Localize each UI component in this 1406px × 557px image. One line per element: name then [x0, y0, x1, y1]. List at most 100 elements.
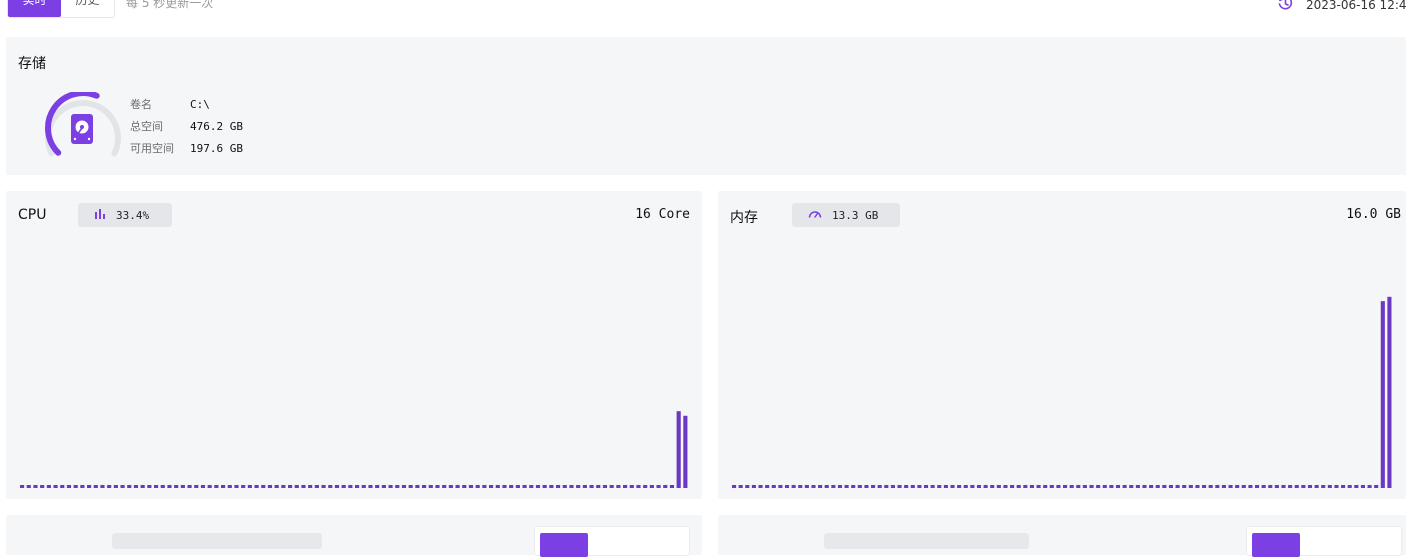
cpu-usage-bar [428, 485, 433, 488]
memory-usage-bar [1294, 485, 1299, 488]
memory-usage-bar [844, 485, 849, 488]
cpu-usage-bar [100, 485, 105, 488]
total-space-value: 476.2 GB [190, 120, 243, 133]
cpu-usage-bar [80, 485, 85, 488]
memory-usage-bar [950, 485, 955, 488]
cpu-usage-bar [167, 485, 172, 488]
cpu-usage-bar [321, 485, 326, 488]
memory-usage-bar [851, 485, 856, 488]
memory-usage-bar [1069, 485, 1074, 488]
cpu-usage-bar [355, 485, 360, 488]
cpu-usage-bar [415, 485, 420, 488]
cpu-usage-bar [328, 485, 333, 488]
cpu-usage-bar [643, 485, 648, 488]
cpu-usage-bar [375, 485, 380, 488]
memory-usage-bar [923, 485, 929, 488]
cpu-usage-bar [140, 485, 145, 488]
cpu-usage-bar [120, 485, 125, 488]
memory-usage-bar [831, 485, 836, 488]
cpu-usage-bar [214, 485, 219, 488]
cpu-usage-bar [529, 485, 534, 488]
cpu-usage-bar [33, 485, 38, 488]
network-panel-partial [6, 515, 702, 557]
memory-usage-bar [791, 485, 796, 488]
history-clock-icon[interactable] [1276, 0, 1294, 16]
disk-io-pill-placeholder [824, 533, 1029, 549]
cpu-usage-bar [489, 485, 494, 488]
cpu-usage-bar [569, 485, 574, 488]
cpu-usage-bar [308, 485, 313, 488]
cpu-usage-bar [46, 485, 51, 488]
memory-usage-bar [1215, 485, 1220, 488]
memory-usage-bar [1195, 485, 1200, 488]
free-space-value: 197.6 GB [190, 142, 243, 155]
memory-usage-bar [1387, 296, 1392, 488]
total-space-label: 总空间 [130, 120, 163, 133]
disk-io-toggle-active[interactable] [1252, 533, 1300, 557]
cpu-usage-bar [542, 485, 547, 488]
storage-gauge [45, 92, 121, 157]
memory-usage-bar [917, 485, 922, 488]
cpu-usage-bar [301, 485, 306, 488]
free-space-label: 可用空间 [130, 142, 174, 155]
memory-usage-bar [1016, 485, 1021, 488]
cpu-usage-bar [468, 485, 474, 488]
timestamp: 2023-06-16 12:4 [1306, 0, 1406, 12]
cpu-usage-bar [515, 485, 520, 488]
cpu-usage-bar [254, 485, 259, 488]
memory-usage-bar [1248, 485, 1253, 488]
memory-usage-bar [1149, 485, 1154, 488]
cpu-usage-bar [368, 485, 373, 488]
memory-usage-bar [1029, 485, 1034, 488]
memory-usage-bar [1142, 485, 1147, 488]
memory-usage-bar [930, 485, 935, 488]
cpu-usage-bar [334, 485, 340, 488]
memory-usage-bar [937, 485, 942, 488]
cpu-usage-bar [361, 485, 366, 488]
tab-history[interactable]: 历史 [61, 0, 114, 17]
cpu-usage-bar [53, 485, 58, 488]
cpu-usage-bar [676, 411, 681, 488]
cpu-usage-bar [629, 485, 634, 488]
memory-usage-bar [1228, 485, 1233, 488]
cpu-usage-bar [669, 485, 675, 488]
cpu-usage-bar [589, 485, 594, 488]
memory-usage-bar [1162, 485, 1167, 488]
memory-usage-bar [1109, 485, 1114, 488]
network-toggle-active[interactable] [540, 533, 588, 557]
cpu-usage-bar [247, 485, 252, 488]
cpu-usage-bar [221, 485, 226, 488]
cpu-usage-bar [73, 485, 78, 488]
memory-usage-bar [798, 485, 803, 488]
tab-realtime[interactable]: 实时 [8, 0, 61, 17]
cpu-usage-bar [194, 485, 199, 488]
cpu-usage-bar [174, 485, 179, 488]
memory-usage-bar [1096, 485, 1101, 488]
refresh-note: 每 5 秒更新一次 [126, 0, 214, 10]
memory-usage-bar [1314, 485, 1319, 488]
disk-row-volume: 卷名 C:\ [130, 94, 243, 116]
disk-info: 卷名 C:\ 总空间 476.2 GB 可用空间 197.6 GB [130, 94, 243, 160]
memory-usage-bar [1241, 485, 1246, 488]
memory-usage-bar [1155, 485, 1160, 488]
cpu-usage-bar [281, 485, 286, 488]
cpu-usage-bar [93, 485, 98, 488]
cpu-usage-bar [462, 485, 467, 488]
disk-io-panel-partial [718, 515, 1406, 557]
cpu-usage-bar [422, 485, 427, 488]
memory-usage-bar [1202, 485, 1207, 488]
timestamp-group: 2023-06-16 12:4 [1276, 0, 1406, 16]
memory-usage-bar [732, 485, 737, 488]
memory-usage-bar [990, 485, 995, 488]
cpu-usage-bar [20, 485, 25, 488]
memory-usage-bar [1254, 485, 1260, 488]
cpu-usage-bar [187, 485, 192, 488]
memory-usage-bar [884, 485, 889, 488]
cpu-usage-chart [20, 411, 688, 488]
memory-usage-bar [1175, 485, 1180, 488]
disk-row-free: 可用空间 197.6 GB [130, 138, 243, 160]
memory-usage-bar [943, 485, 948, 488]
memory-usage-bar [778, 485, 783, 488]
memory-usage-bar [804, 485, 809, 488]
cpu-usage-bar [475, 485, 480, 488]
